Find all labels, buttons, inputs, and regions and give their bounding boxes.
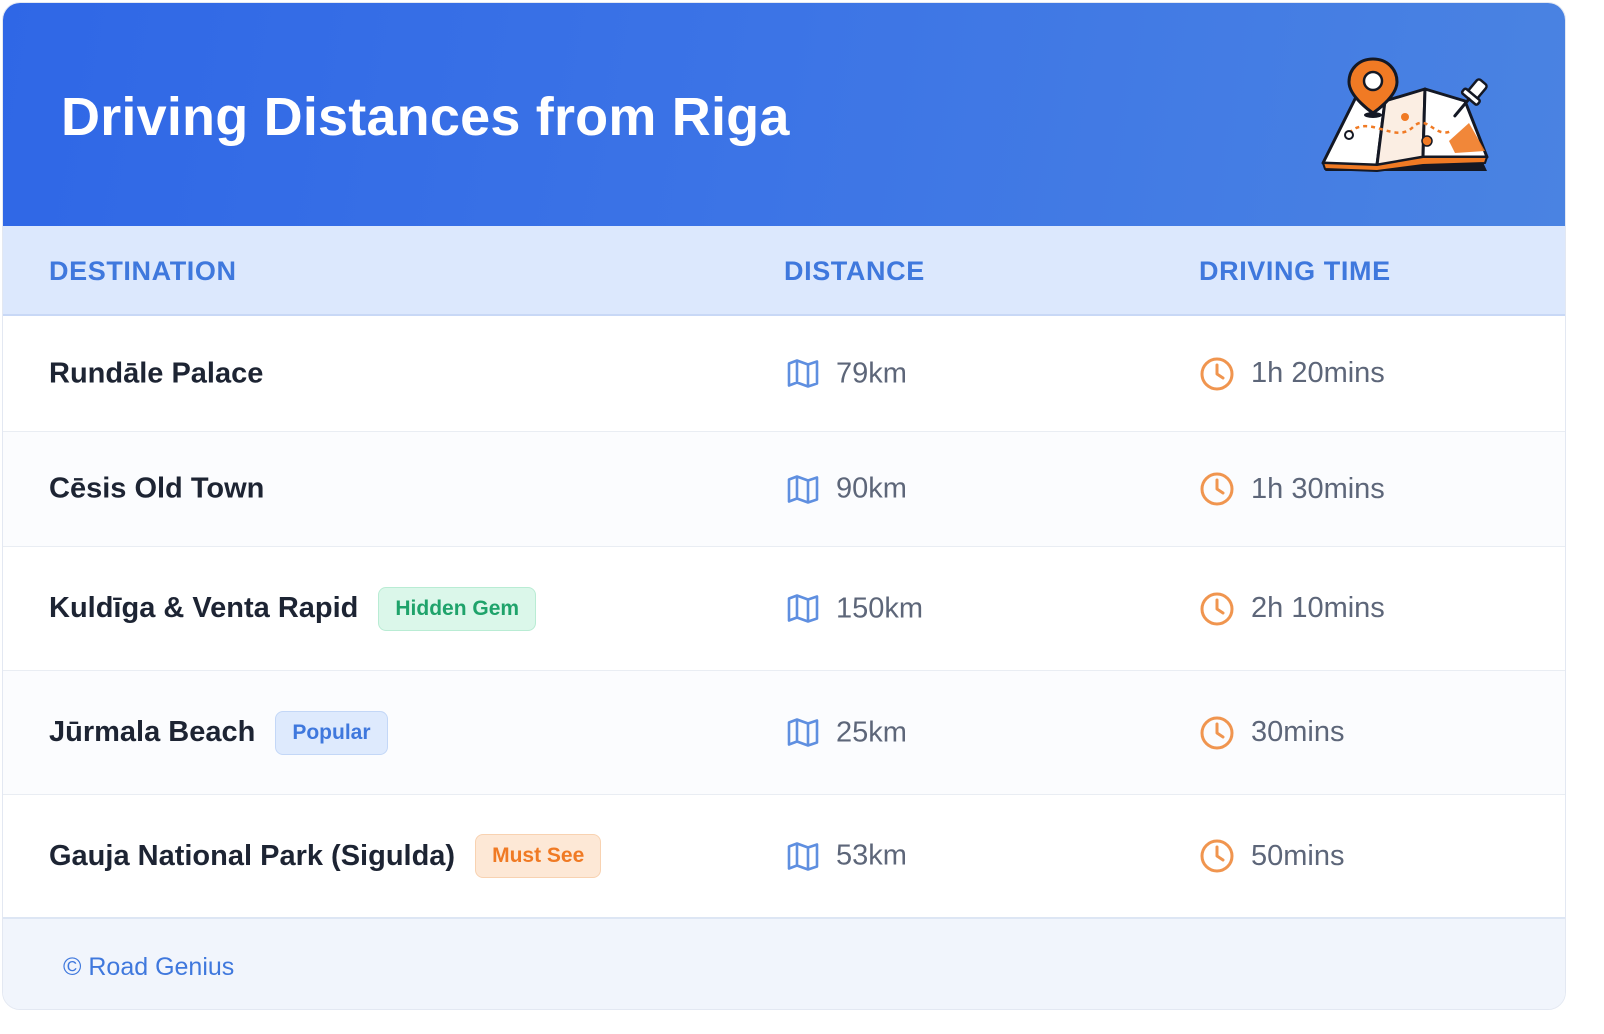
- time-cell: 1h 30mins: [1199, 471, 1385, 507]
- map-pin-illustration: [1321, 57, 1489, 172]
- column-header-destination: DESTINATION: [49, 256, 237, 286]
- time-cell: 1h 20mins: [1199, 356, 1385, 392]
- driving-time-value: 1h 30mins: [1251, 472, 1385, 505]
- distance-cell: 53km: [786, 840, 907, 873]
- clock-icon: [1199, 838, 1235, 874]
- destination-cell: Gauja National Park (Sigulda) Must See: [49, 834, 602, 878]
- map-icon: [786, 594, 820, 624]
- destination-cell: Rundāle Palace: [49, 357, 263, 390]
- destination-name: Kuldīga & Venta Rapid: [49, 592, 359, 624]
- clock-icon: [1199, 356, 1235, 392]
- destination-name: Rundāle Palace: [49, 357, 264, 389]
- map-icon: [786, 474, 820, 504]
- distance-value: 25km: [836, 716, 907, 748]
- driving-time-value: 2h 10mins: [1251, 592, 1385, 624]
- card-header: Driving Distances from Riga: [3, 3, 1565, 226]
- driving-time-value: 50mins: [1251, 839, 1345, 872]
- distance-value: 150km: [836, 592, 924, 624]
- table-row: Cēsis Old Town 90km 1h 30mins: [3, 432, 1565, 547]
- map-icon: [786, 841, 820, 871]
- destination-cell: Jūrmala Beach Popular: [49, 710, 388, 755]
- time-cell: 50mins: [1199, 838, 1345, 874]
- table-header: DESTINATION DISTANCE DRIVING TIME: [3, 226, 1565, 316]
- distance-value: 90km: [836, 472, 907, 505]
- column-header-driving-time: DRIVING TIME: [1199, 256, 1391, 286]
- destination-cell: Cēsis Old Town: [49, 473, 264, 506]
- clock-icon: [1199, 591, 1235, 627]
- distance-cell: 150km: [786, 592, 923, 625]
- driving-time-value: 1h 20mins: [1251, 357, 1385, 389]
- distance-cell: 79km: [786, 357, 907, 390]
- time-cell: 2h 10mins: [1199, 591, 1385, 627]
- destination-name: Gauja National Park (Sigulda): [49, 839, 456, 872]
- hidden-gem-badge: Hidden Gem: [378, 586, 537, 631]
- distance-value: 79km: [836, 357, 907, 389]
- table-row: Rundāle Palace 79km 1h 20mins: [3, 316, 1565, 432]
- map-icon: [786, 718, 820, 748]
- distance-cell: 90km: [786, 473, 907, 506]
- time-cell: 30mins: [1199, 715, 1345, 751]
- distance-cell: 25km: [786, 716, 907, 749]
- driving-time-value: 30mins: [1251, 716, 1345, 748]
- distance-card: Driving Distances from Riga DESTINATION …: [2, 2, 1566, 1010]
- table-row: Gauja National Park (Sigulda) Must See 5…: [3, 795, 1565, 917]
- destination-cell: Kuldīga & Venta Rapid Hidden Gem: [49, 586, 537, 631]
- page-title: Driving Distances from Riga: [61, 87, 790, 147]
- must-see-badge: Must See: [475, 834, 602, 878]
- clock-icon: [1199, 471, 1235, 507]
- card-footer: © Road Genius: [3, 917, 1565, 1009]
- footer-credit: © Road Genius: [63, 953, 235, 981]
- map-icon: [786, 359, 820, 389]
- table-row: Kuldīga & Venta Rapid Hidden Gem 150km 2…: [3, 547, 1565, 671]
- popular-badge: Popular: [275, 710, 388, 755]
- table-row: Jūrmala Beach Popular 25km 30mins: [3, 671, 1565, 795]
- column-header-distance: DISTANCE: [784, 256, 925, 286]
- destination-name: Cēsis Old Town: [49, 472, 265, 505]
- clock-icon: [1199, 715, 1235, 751]
- distance-value: 53km: [836, 839, 907, 872]
- destination-name: Jūrmala Beach: [49, 716, 256, 748]
